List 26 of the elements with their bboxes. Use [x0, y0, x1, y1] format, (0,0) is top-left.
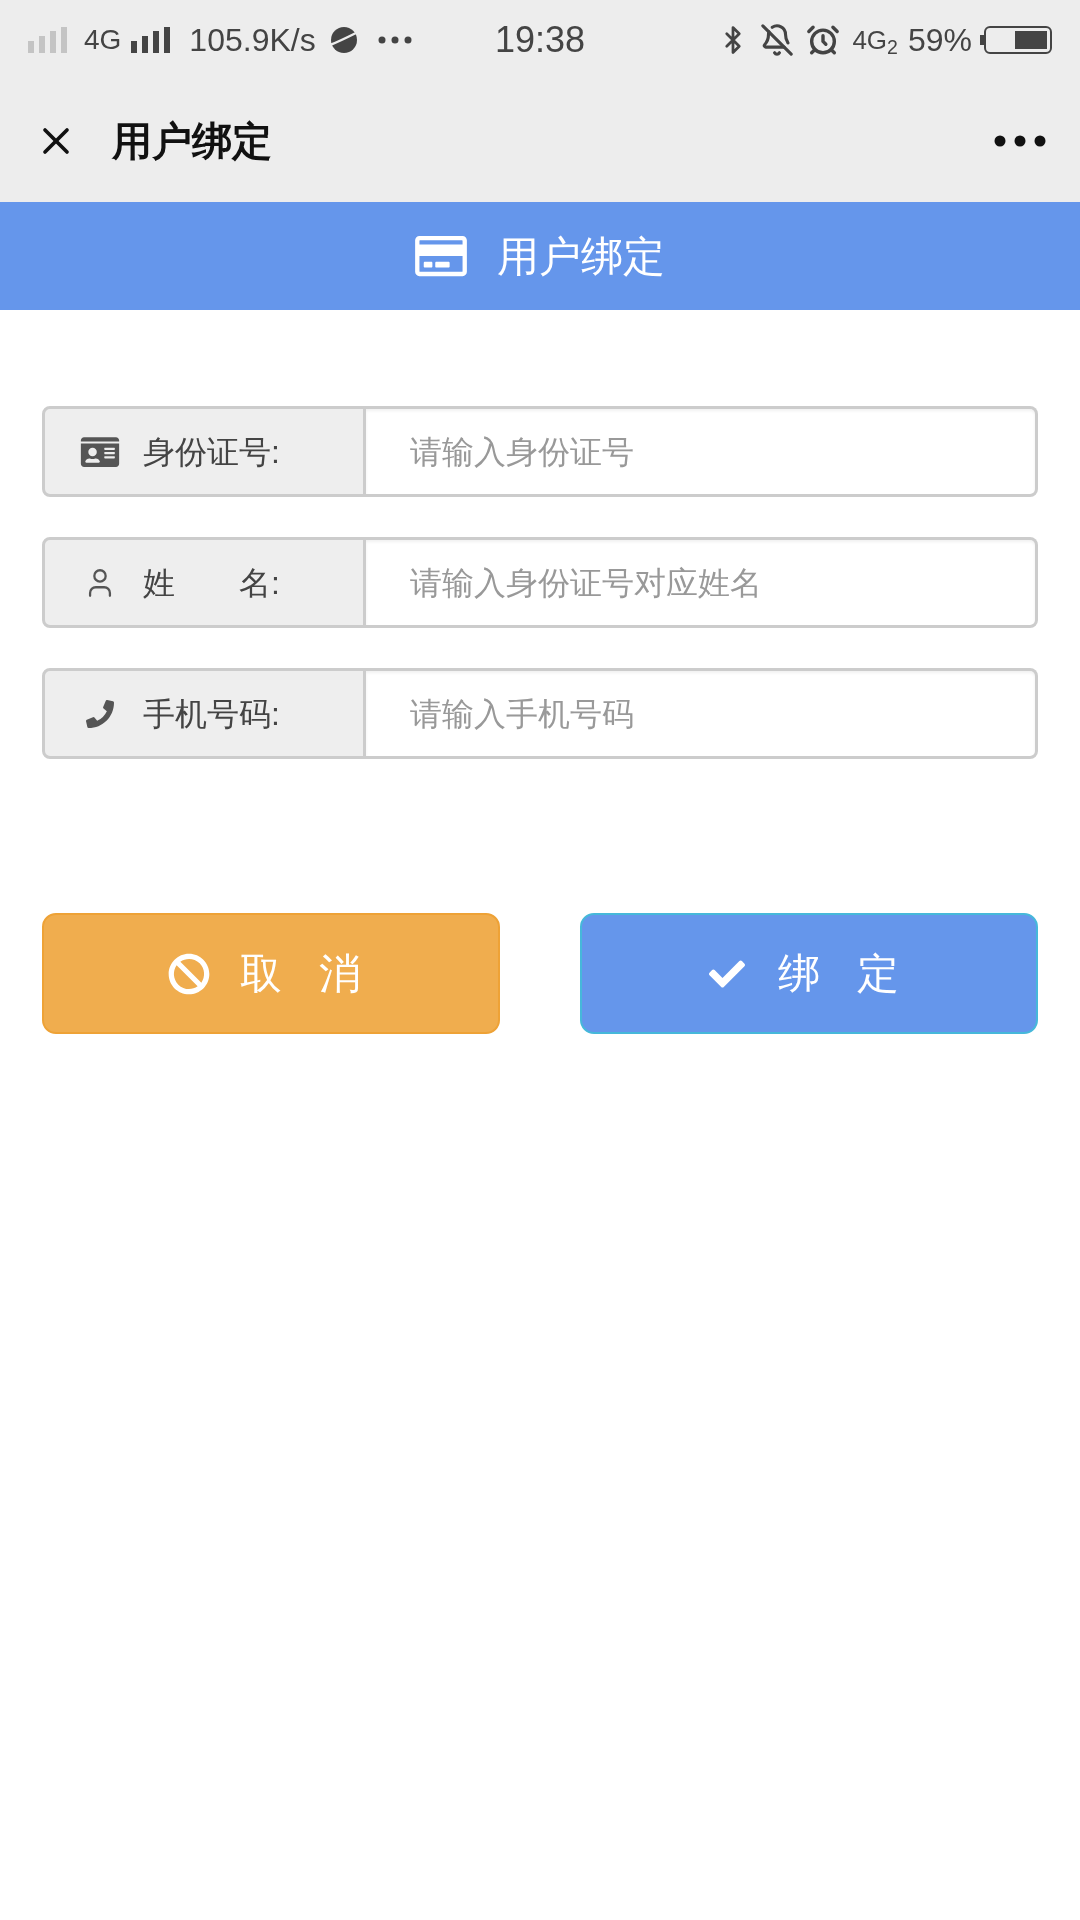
more-icon	[377, 36, 412, 44]
network-type: 4G	[84, 23, 122, 57]
network-speed: 105.9K/s	[189, 21, 316, 60]
cancel-button[interactable]: 取 消	[42, 913, 500, 1034]
alarm-clock-icon	[806, 23, 841, 57]
phone-icon	[86, 699, 114, 728]
prohibited-icon	[168, 952, 211, 995]
field-label: 姓 名:	[143, 563, 280, 603]
signal-icon	[131, 27, 172, 53]
faded-signal-icon	[28, 27, 68, 53]
input-field[interactable]: 请输入身份证号	[366, 406, 1038, 497]
id-card-icon	[79, 434, 121, 469]
page-title: 用户绑定	[112, 118, 272, 165]
network-type: 4G$_{2}$	[852, 27, 898, 53]
field-label: 手机号码:	[143, 694, 280, 734]
bind-button[interactable]: 绑 定	[580, 913, 1038, 1034]
input-field[interactable]: 请输入手机号码	[366, 668, 1038, 759]
bell-off-icon	[760, 23, 795, 57]
field-label: 身份证号:	[143, 432, 280, 472]
clock-time: 19:38	[494, 18, 586, 62]
input-field[interactable]: 请输入身份证号对应姓名	[366, 537, 1038, 628]
battery-percent: 59%	[907, 21, 972, 60]
more-icon[interactable]	[994, 135, 1046, 147]
credit-card-icon	[415, 233, 467, 279]
header-title: 用户绑定	[497, 231, 665, 282]
battery-icon	[980, 26, 1052, 54]
